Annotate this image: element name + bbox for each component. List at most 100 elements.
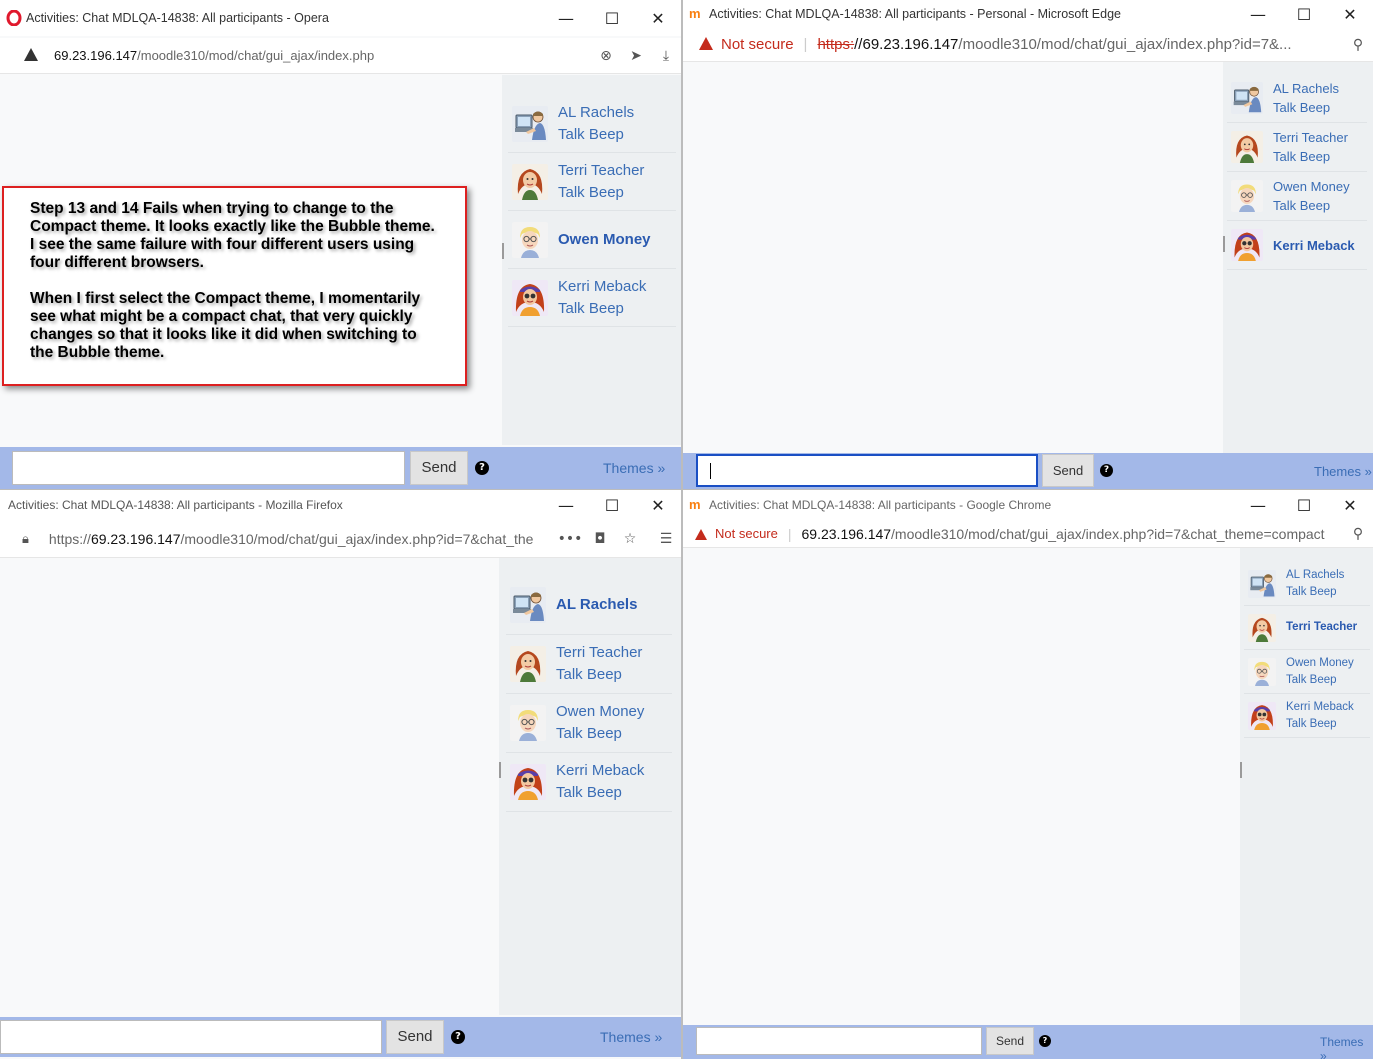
user-info: Terri Teacher Talk Beep — [556, 642, 642, 686]
note-line: Step 13 and 14 Fails when trying to chan… — [30, 200, 394, 217]
firefox-address-bar[interactable]: 🔒︎ https://69.23.196.147/moodle310/mod/c… — [0, 520, 681, 558]
minimize-icon[interactable]: — — [543, 9, 589, 28]
send-button[interactable]: Send — [986, 1027, 1034, 1055]
lock-icon[interactable]: 🔒︎ — [22, 531, 29, 547]
send-button[interactable]: Send — [410, 451, 468, 485]
user-row[interactable]: Terri Teacher — [1244, 606, 1370, 650]
talk-beep-link[interactable]: Talk Beep — [556, 723, 644, 745]
user-row[interactable]: Owen Money Talk Beep — [1227, 172, 1367, 221]
adblock-icon[interactable]: ⊗ — [591, 48, 621, 64]
url-host: //69.23.196.147 — [854, 36, 959, 53]
zoom-icon[interactable]: ⚲ — [1343, 526, 1373, 542]
talk-beep-link[interactable]: Talk Beep — [1273, 147, 1348, 166]
download-icon[interactable]: ⤓ — [651, 48, 681, 64]
user-row[interactable]: Owen Money — [508, 211, 676, 269]
user-row[interactable]: Terri Teacher Talk Beep — [506, 635, 672, 694]
chrome-titlebar[interactable]: m Activities: Chat MDLQA-14838: All part… — [683, 490, 1373, 520]
send-button[interactable]: Send — [386, 1020, 444, 1054]
opera-titlebar[interactable]: Activities: Chat MDLQA-14838: All partic… — [0, 0, 681, 36]
send-button[interactable]: Send — [1042, 454, 1094, 487]
avatar — [510, 646, 546, 682]
help-icon[interactable]: ? — [451, 1030, 465, 1044]
chat-area: AL Rachels Terri Teacher Talk Beep Owen Mon… — [0, 558, 681, 1059]
message-input[interactable] — [12, 451, 405, 485]
edge-titlebar[interactable]: m Activities: Chat MDLQA-14838: All part… — [683, 0, 1373, 28]
close-icon[interactable]: ✕ — [1327, 496, 1373, 515]
warning-icon[interactable] — [24, 48, 38, 63]
resize-handle[interactable] — [1223, 236, 1225, 252]
user-row[interactable]: Terri Teacher Talk Beep — [508, 153, 676, 211]
talk-beep-link[interactable]: Talk Beep — [1273, 98, 1339, 117]
edge-window-title: Activities: Chat MDLQA-14838: All partic… — [709, 7, 1121, 21]
user-row[interactable]: Kerri Meback Talk Beep — [1244, 694, 1370, 738]
send-icon[interactable]: ➤ — [621, 48, 651, 64]
close-icon[interactable]: ✕ — [635, 496, 681, 515]
user-name: Kerri Meback — [556, 762, 645, 779]
user-row[interactable]: AL Rachels Talk Beep — [508, 95, 676, 153]
bookmark-star-icon[interactable]: ☆ — [615, 531, 645, 547]
avatar — [512, 222, 548, 258]
user-row[interactable]: AL Rachels — [506, 576, 672, 635]
themes-link[interactable]: Themes » — [600, 1029, 662, 1045]
user-row[interactable]: Owen Money Talk Beep — [506, 694, 672, 753]
talk-beep-link[interactable]: Talk Beep — [1286, 716, 1354, 733]
chrome-address-bar[interactable]: Not secure | 69.23.196.147/moodle310/mod… — [683, 520, 1373, 548]
message-input[interactable] — [0, 1020, 382, 1054]
edge-address-bar[interactable]: Not secure | https://69.23.196.147/moodl… — [683, 28, 1373, 62]
zoom-icon[interactable]: ⚲ — [1343, 37, 1373, 53]
resize-handle[interactable] — [499, 762, 501, 778]
maximize-icon[interactable]: ☐ — [589, 9, 635, 28]
talk-beep-link[interactable]: Talk Beep — [1273, 196, 1350, 215]
resize-handle[interactable] — [502, 243, 504, 259]
talk-beep-link[interactable]: Talk Beep — [1286, 584, 1344, 601]
firefox-titlebar[interactable]: Activities: Chat MDLQA-14838: All partic… — [0, 490, 681, 520]
users-sidebar: AL Rachels Talk Beep Terri Teacher Talk Bee… — [1223, 62, 1373, 453]
menu-icon[interactable]: ☰ — [651, 531, 681, 547]
opera-window: Activities: Chat MDLQA-14838: All partic… — [0, 0, 681, 489]
avatar-red-hair-glasses-icon — [1248, 702, 1276, 730]
users-list: AL Rachels Talk Beep Terri Teacher Talk Bee… — [1227, 74, 1367, 270]
talk-beep-link[interactable]: Talk Beep — [558, 182, 644, 204]
talk-beep-link[interactable]: Talk Beep — [558, 124, 634, 146]
opera-address-bar[interactable]: 69.23.196.147/moodle310/mod/chat/gui_aja… — [0, 38, 681, 74]
maximize-icon[interactable]: ☐ — [1281, 5, 1327, 24]
user-info: Terri Teacher Talk Beep — [1273, 128, 1348, 166]
themes-link[interactable]: Themes » — [1320, 1035, 1373, 1059]
resize-handle[interactable] — [1240, 762, 1242, 778]
user-row[interactable]: Owen Money Talk Beep — [1244, 650, 1370, 694]
close-icon[interactable]: ✕ — [635, 9, 681, 28]
talk-beep-link[interactable]: Talk Beep — [556, 782, 644, 804]
avatar — [1248, 702, 1276, 730]
vertical-divider — [681, 0, 683, 1059]
help-icon[interactable]: ? — [1039, 1035, 1051, 1047]
user-row[interactable]: AL Rachels Talk Beep — [1227, 74, 1367, 123]
pocket-icon[interactable]: ◘ — [585, 531, 615, 547]
not-secure-label[interactable]: Not secure — [721, 36, 794, 53]
minimize-icon[interactable]: — — [543, 496, 589, 515]
themes-link[interactable]: Themes » — [603, 460, 665, 476]
text-cursor — [710, 463, 711, 479]
minimize-icon[interactable]: — — [1235, 5, 1281, 24]
help-icon[interactable]: ? — [475, 461, 489, 475]
user-row[interactable]: Terri Teacher Talk Beep — [1227, 123, 1367, 172]
avatar — [512, 280, 548, 316]
note-line: Compact theme. It looks exactly like the… — [30, 218, 435, 235]
help-icon[interactable]: ? — [1100, 464, 1113, 477]
talk-beep-link[interactable]: Talk Beep — [1286, 672, 1354, 689]
message-input[interactable] — [696, 454, 1038, 487]
message-input[interactable] — [696, 1027, 982, 1055]
themes-link[interactable]: Themes » — [1314, 464, 1372, 479]
user-row[interactable]: AL Rachels Talk Beep — [1244, 562, 1370, 606]
talk-beep-link[interactable]: Talk Beep — [558, 298, 646, 320]
not-secure-label[interactable]: Not secure — [715, 526, 778, 541]
user-row[interactable]: Kerri Meback — [1227, 221, 1367, 270]
maximize-icon[interactable]: ☐ — [589, 496, 635, 515]
user-row[interactable]: Kerri Meback Talk Beep — [506, 753, 672, 812]
minimize-icon[interactable]: — — [1235, 496, 1281, 515]
user-info: AL Rachels — [556, 594, 637, 616]
close-icon[interactable]: ✕ — [1327, 5, 1373, 24]
talk-beep-link[interactable]: Talk Beep — [556, 664, 642, 686]
maximize-icon[interactable]: ☐ — [1281, 496, 1327, 515]
user-row[interactable]: Kerri Meback Talk Beep — [508, 269, 676, 327]
page-actions-icon[interactable]: ••• — [555, 531, 585, 547]
